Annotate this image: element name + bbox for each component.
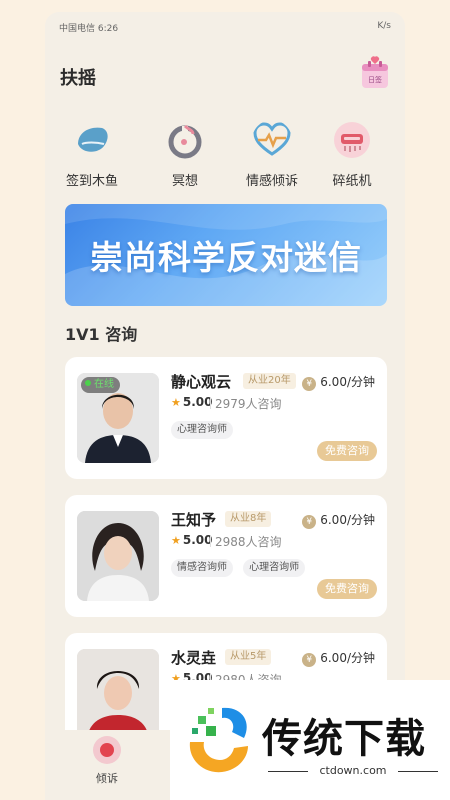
tag-list: 心理咨询师 bbox=[171, 417, 238, 439]
rating: ★ 5.00 bbox=[171, 533, 213, 547]
quick-action-meditation[interactable]: 冥想 bbox=[145, 120, 225, 190]
status-carrier: 中国电信 6:26 bbox=[59, 24, 119, 34]
shredder-icon bbox=[334, 122, 370, 158]
tag-list: 情感咨询师 心理咨询师 bbox=[171, 555, 310, 577]
quick-action-talk[interactable]: 情感倾诉 bbox=[232, 120, 312, 190]
price: ¥6.00/分钟 bbox=[302, 511, 375, 529]
counselor-name: 王知予 bbox=[171, 511, 217, 529]
online-badge: 在线 bbox=[81, 377, 120, 393]
yen-icon: ¥ bbox=[302, 377, 317, 391]
section-title: 1V1 咨询 bbox=[65, 325, 138, 344]
wooden-fish-icon bbox=[78, 127, 108, 152]
counselor-name: 静心观云 bbox=[171, 373, 232, 391]
calendar-label: 日签 bbox=[368, 75, 382, 84]
avatar: 在线 bbox=[77, 373, 159, 463]
watermark-url: ctdown.com bbox=[268, 764, 438, 777]
counselor-name: 水灵垚 bbox=[171, 649, 217, 667]
avatar-photo bbox=[77, 511, 159, 601]
yen-icon: ¥ bbox=[302, 515, 317, 529]
watermark-title: 传统下载 bbox=[262, 716, 426, 762]
quick-action-shredder[interactable]: 碎纸机 bbox=[312, 120, 392, 190]
quick-action-label: 碎纸机 bbox=[332, 174, 372, 189]
banner-text: 崇尚科学反对迷信 bbox=[90, 238, 362, 277]
divider bbox=[210, 397, 211, 409]
quick-action-label: 签到木鱼 bbox=[65, 174, 118, 189]
price: ¥6.00/分钟 bbox=[302, 373, 375, 391]
avatar-photo bbox=[77, 649, 159, 739]
quick-action-label: 情感倾诉 bbox=[245, 174, 298, 189]
page-title: 扶摇 bbox=[60, 68, 96, 89]
tag: 情感咨询师 bbox=[171, 559, 233, 577]
quick-actions: 签到木鱼 冥想 情感倾诉 碎纸机 bbox=[45, 120, 405, 200]
experience-badge: 从业8年 bbox=[225, 511, 272, 527]
consult-count: 2979人咨询 bbox=[215, 397, 282, 411]
star-icon: ★ bbox=[171, 534, 181, 547]
counselor-card[interactable]: 在线 静心观云 从业20年 ¥6.00/分钟 ★ 5.00 2979人咨询 心理咨… bbox=[65, 357, 387, 479]
yen-icon: ¥ bbox=[302, 653, 317, 667]
tag: 心理咨询师 bbox=[171, 421, 233, 439]
site-watermark: 传统下载 ctdown.com bbox=[170, 680, 450, 800]
tab-label: 倾诉 bbox=[96, 772, 118, 785]
star-icon: ★ bbox=[171, 396, 181, 409]
record-icon bbox=[93, 736, 121, 764]
calendar-icon: 日签 bbox=[362, 56, 388, 88]
status-network: K/s bbox=[377, 21, 391, 31]
divider bbox=[210, 535, 211, 547]
free-consult-button[interactable]: 免费咨询 bbox=[317, 441, 377, 461]
quick-action-label: 冥想 bbox=[171, 174, 198, 189]
free-consult-button[interactable]: 免费咨询 bbox=[317, 579, 377, 599]
daily-calendar-button[interactable]: 日签 bbox=[359, 54, 391, 90]
meditation-icon bbox=[168, 124, 202, 159]
counselor-card[interactable]: 王知予 从业8年 ¥6.00/分钟 ★ 5.00 2988人咨询 情感咨询师 心理… bbox=[65, 495, 387, 617]
rating: ★ 5.00 bbox=[171, 395, 213, 409]
watermark-logo-icon bbox=[189, 707, 248, 773]
consult-count: 2988人咨询 bbox=[215, 535, 282, 549]
price: ¥6.00/分钟 bbox=[302, 649, 375, 667]
avatar bbox=[77, 511, 159, 601]
tag: 心理咨询师 bbox=[243, 559, 306, 577]
heartbeat-icon bbox=[253, 122, 291, 156]
experience-badge: 从业5年 bbox=[225, 649, 272, 665]
avatar bbox=[77, 649, 159, 739]
promo-banner[interactable]: 崇尚科学反对迷信 bbox=[65, 204, 387, 306]
experience-badge: 从业20年 bbox=[243, 373, 296, 389]
quick-action-muyu[interactable]: 签到木鱼 bbox=[52, 120, 132, 190]
tab-talk[interactable]: 倾诉 bbox=[77, 736, 137, 786]
status-bar: 中国电信 6:26 K/s bbox=[45, 12, 405, 38]
